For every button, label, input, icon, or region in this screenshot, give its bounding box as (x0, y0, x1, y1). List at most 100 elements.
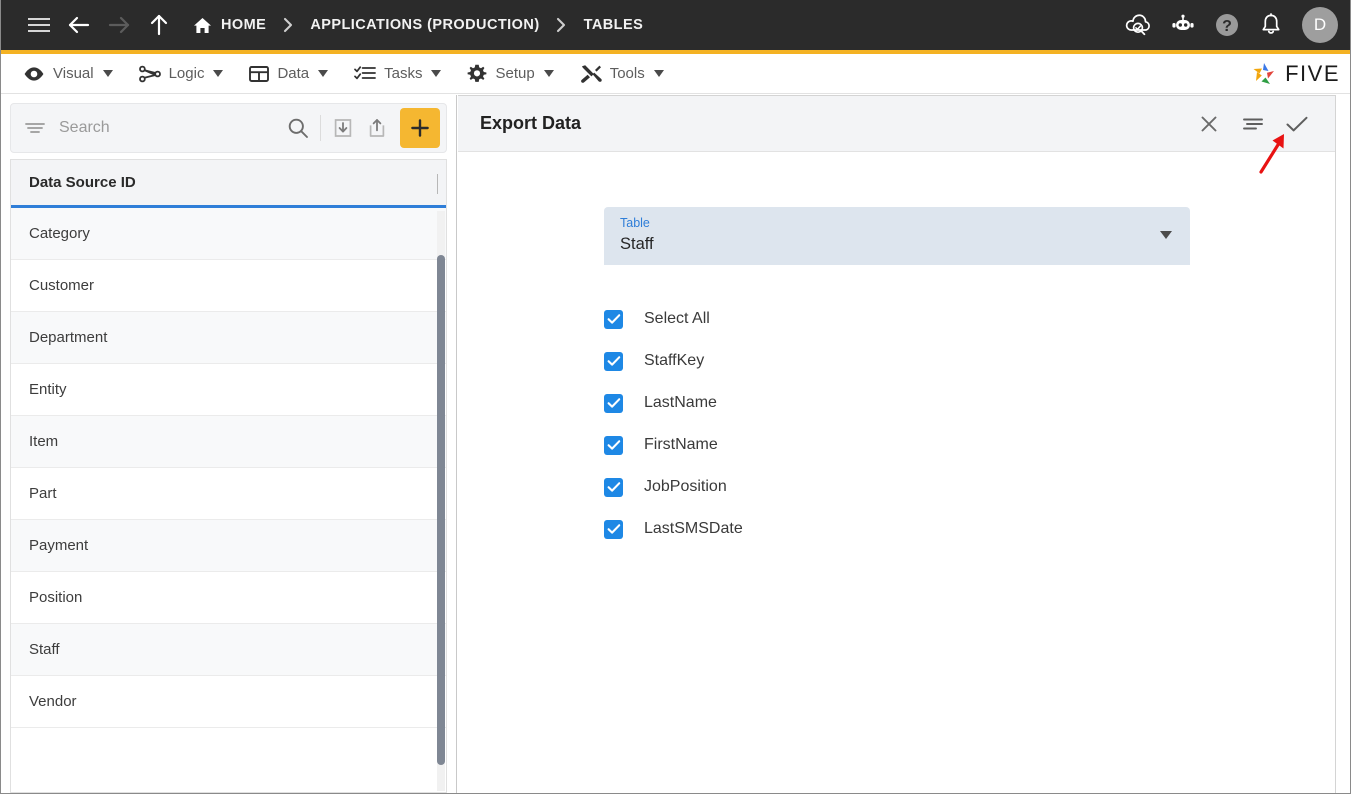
chevron-down-icon (1160, 231, 1172, 239)
checkbox-lastname[interactable] (604, 393, 623, 413)
arrow-up-icon[interactable] (139, 5, 179, 45)
table-row[interactable]: Vendor (11, 676, 446, 728)
chevron-down-icon (431, 70, 442, 77)
checkbox-row[interactable]: StaffKey (604, 340, 1335, 382)
breadcrumb-separator (266, 5, 310, 45)
checkbox-label: FirstName (644, 436, 718, 453)
breadcrumb-item-tables[interactable]: TABLES (584, 17, 644, 33)
breadcrumb-label-applications: APPLICATIONS (PRODUCTION) (310, 17, 540, 33)
breadcrumb-item-applications[interactable]: APPLICATIONS (PRODUCTION) (310, 17, 539, 33)
brand-text: FIVE (1285, 60, 1340, 86)
import-icon[interactable] (326, 111, 360, 145)
help-icon[interactable]: ? (1212, 10, 1242, 40)
export-data-panel: Export Data Table Staff Select All Staff… (458, 95, 1336, 793)
checkbox-lastsmsdate[interactable] (604, 519, 623, 539)
column-checkbox-list: Select All StaffKey LastName FirstName JobPo… (604, 298, 1335, 550)
breadcrumb: HOME APPLICATIONS (PRODUCTION) TABLES (19, 5, 1124, 45)
menu-label-tasks: Tasks (384, 65, 423, 82)
search-input[interactable] (45, 118, 281, 138)
table-row-label: Vendor (29, 693, 77, 710)
svg-text:?: ? (1222, 18, 1232, 35)
brand-logo: FIVE (1249, 59, 1340, 89)
table-row-label: Category (29, 225, 90, 242)
breadcrumb-separator-2 (540, 5, 584, 45)
application-menu-bar: Visual Logic Data Tasks Setup Tools FIVE (1, 54, 1350, 94)
panel-header: Export Data (458, 96, 1335, 152)
sidebar-scrollbar-track[interactable] (437, 211, 445, 791)
table-row[interactable]: Payment (11, 520, 446, 572)
arrow-right-icon[interactable] (99, 5, 139, 45)
checkbox-row[interactable]: JobPosition (604, 466, 1335, 508)
table-row[interactable]: Part (11, 468, 446, 520)
chevron-down-icon (102, 70, 113, 77)
toolbar-divider (320, 115, 321, 141)
table-row[interactable]: Item (11, 416, 446, 468)
avatar[interactable]: D (1302, 7, 1338, 43)
menu-label-setup: Setup (495, 65, 535, 82)
checkbox-row[interactable]: LastName (604, 382, 1335, 424)
checkbox-row[interactable]: Select All (604, 298, 1335, 340)
five-pinwheel-icon (1249, 59, 1279, 89)
hamburger-icon[interactable] (19, 5, 59, 45)
notifications-bell-icon[interactable] (1256, 10, 1286, 40)
home-icon (193, 17, 212, 34)
checkbox-jobposition[interactable] (604, 477, 623, 497)
menu-item-logic[interactable]: Logic (131, 54, 242, 94)
column-header-data-source-id[interactable]: Data Source ID (11, 160, 446, 208)
table-row[interactable]: Position (11, 572, 446, 624)
data-source-grid: Data Source ID Category Customer Departmen… (10, 159, 447, 792)
export-icon[interactable] (360, 111, 394, 145)
menu-item-data[interactable]: Data (241, 54, 346, 94)
add-button[interactable] (400, 108, 440, 148)
gear-icon (467, 64, 487, 84)
checkbox-label: JobPosition (644, 478, 727, 495)
table-row-label: Department (29, 329, 108, 346)
table-grid-icon (249, 65, 270, 83)
table-row-label: Item (29, 433, 59, 450)
robot-assistant-icon[interactable] (1168, 10, 1198, 40)
checkbox-staffkey[interactable] (604, 351, 623, 371)
table-row[interactable]: Customer (11, 260, 446, 312)
search-icon[interactable] (281, 111, 315, 145)
menu-item-setup[interactable]: Setup (459, 54, 571, 94)
column-header-label: Data Source ID (29, 174, 136, 191)
table-row-label: Entity (29, 381, 67, 398)
table-row-label: Position (29, 589, 83, 606)
checkbox-select-all[interactable] (604, 309, 623, 329)
table-row[interactable]: Department (11, 312, 446, 364)
flow-nodes-icon (138, 65, 161, 83)
checkbox-label: LastName (644, 394, 717, 411)
close-icon[interactable] (1187, 102, 1231, 146)
filter-icon[interactable] (25, 121, 45, 135)
checkbox-label: LastSMSDate (644, 520, 743, 537)
chevron-down-icon (213, 70, 224, 77)
breadcrumb-item-home[interactable]: HOME (193, 17, 266, 34)
data-source-row-list: Category Customer Department Entity Item Part… (11, 208, 446, 737)
top-navigation-bar: HOME APPLICATIONS (PRODUCTION) TABLES ? … (1, 0, 1350, 50)
breadcrumb-label-home: HOME (221, 17, 267, 33)
menu-item-tools[interactable]: Tools (572, 54, 682, 94)
menu-label-data: Data (277, 65, 310, 82)
table-row[interactable]: Staff (11, 624, 446, 676)
menu-label-visual: Visual (53, 65, 94, 82)
menu-lines-icon[interactable] (1231, 102, 1275, 146)
checkbox-firstname[interactable] (604, 435, 623, 455)
checkbox-row[interactable]: FirstName (604, 424, 1335, 466)
table-row-label: Part (29, 485, 57, 502)
checkbox-label: StaffKey (644, 352, 705, 369)
menu-label-logic: Logic (168, 65, 205, 82)
sidebar-scrollbar-thumb[interactable] (437, 255, 445, 765)
page-title: Export Data (480, 113, 582, 133)
menu-item-visual[interactable]: Visual (15, 54, 131, 94)
eye-icon (23, 66, 45, 82)
table-row[interactable]: Entity (11, 364, 446, 416)
panel-body: Table Staff Select All StaffKey LastName Fi… (458, 152, 1335, 550)
menu-item-tasks[interactable]: Tasks (346, 54, 459, 94)
column-resize-handle[interactable] (437, 174, 438, 194)
cloud-check-icon[interactable] (1124, 10, 1154, 40)
arrow-left-icon[interactable] (59, 5, 99, 45)
table-select[interactable]: Table Staff (604, 207, 1190, 265)
confirm-check-icon[interactable] (1275, 102, 1319, 146)
table-row[interactable]: Category (11, 208, 446, 260)
checkbox-row[interactable]: LastSMSDate (604, 508, 1335, 550)
